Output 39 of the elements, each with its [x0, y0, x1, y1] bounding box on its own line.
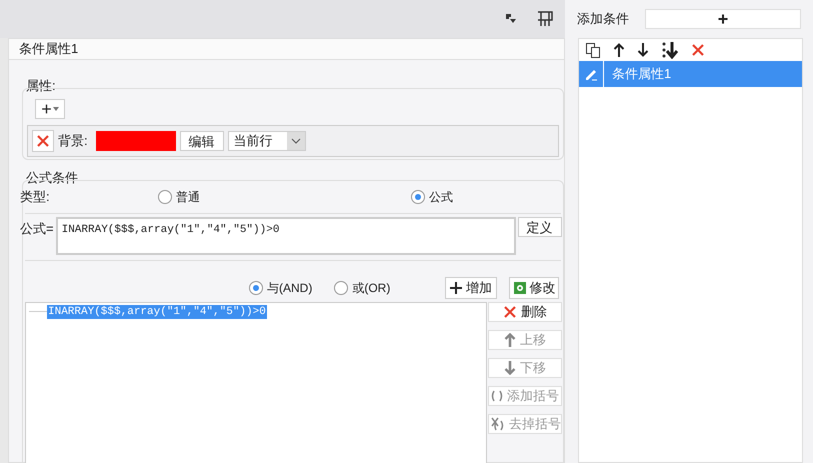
- copy-icon[interactable]: [585, 42, 601, 58]
- chevron-down-icon: [290, 138, 301, 144]
- close-icon: [503, 304, 517, 318]
- dropdown-corner-icon[interactable]: [505, 13, 517, 25]
- plus-icon: [450, 282, 462, 294]
- color-swatch[interactable]: [96, 130, 176, 150]
- frame-icon[interactable]: [537, 11, 553, 27]
- dialog-title: 条件属性1: [9, 39, 564, 60]
- delete-icon[interactable]: [691, 43, 705, 57]
- up-arrow-icon[interactable]: [613, 42, 625, 58]
- remove-parentheses-icon: [489, 416, 505, 430]
- radio-button[interactable]: 或(OR): [334, 278, 390, 296]
- side-button[interactable]: 删除: [488, 302, 562, 322]
- add-condition-button[interactable]: +: [645, 9, 801, 29]
- down-arrow-icon[interactable]: [637, 42, 649, 58]
- attribute-label: 背景:: [58, 132, 88, 150]
- radio-button[interactable]: 普通: [158, 188, 200, 206]
- close-icon: [36, 134, 50, 148]
- modify-button[interactable]: 修改: [509, 276, 559, 298]
- type-label: 类型:: [20, 188, 51, 206]
- panel-title: 添加条件: [577, 10, 629, 28]
- remove-attribute-button[interactable]: [32, 130, 54, 152]
- up-arrow-icon: [504, 332, 516, 346]
- parentheses-icon: [491, 390, 503, 402]
- down-arrow-icon: [504, 360, 516, 374]
- define-button[interactable]: 定义: [518, 216, 562, 236]
- edit-button[interactable]: 编辑: [180, 130, 224, 150]
- radio-button[interactable]: 与(AND): [249, 278, 312, 296]
- caret-icon: [52, 106, 59, 110]
- scope-dropdown[interactable]: 当前行: [228, 130, 306, 150]
- add-button[interactable]: 增加: [445, 276, 497, 298]
- formula-field[interactable]: INARRAY($$$,array("1","4","5"))>0: [56, 216, 516, 254]
- radio-button[interactable]: 公式: [411, 188, 453, 206]
- pencil-icon: [584, 67, 598, 81]
- close-icon: [691, 43, 705, 57]
- move-bottom-icon[interactable]: [661, 41, 679, 59]
- condition-label: 条件属性1: [612, 65, 672, 84]
- add-attribute-button[interactable]: +: [35, 98, 65, 118]
- formula-label: 公式=: [20, 220, 54, 238]
